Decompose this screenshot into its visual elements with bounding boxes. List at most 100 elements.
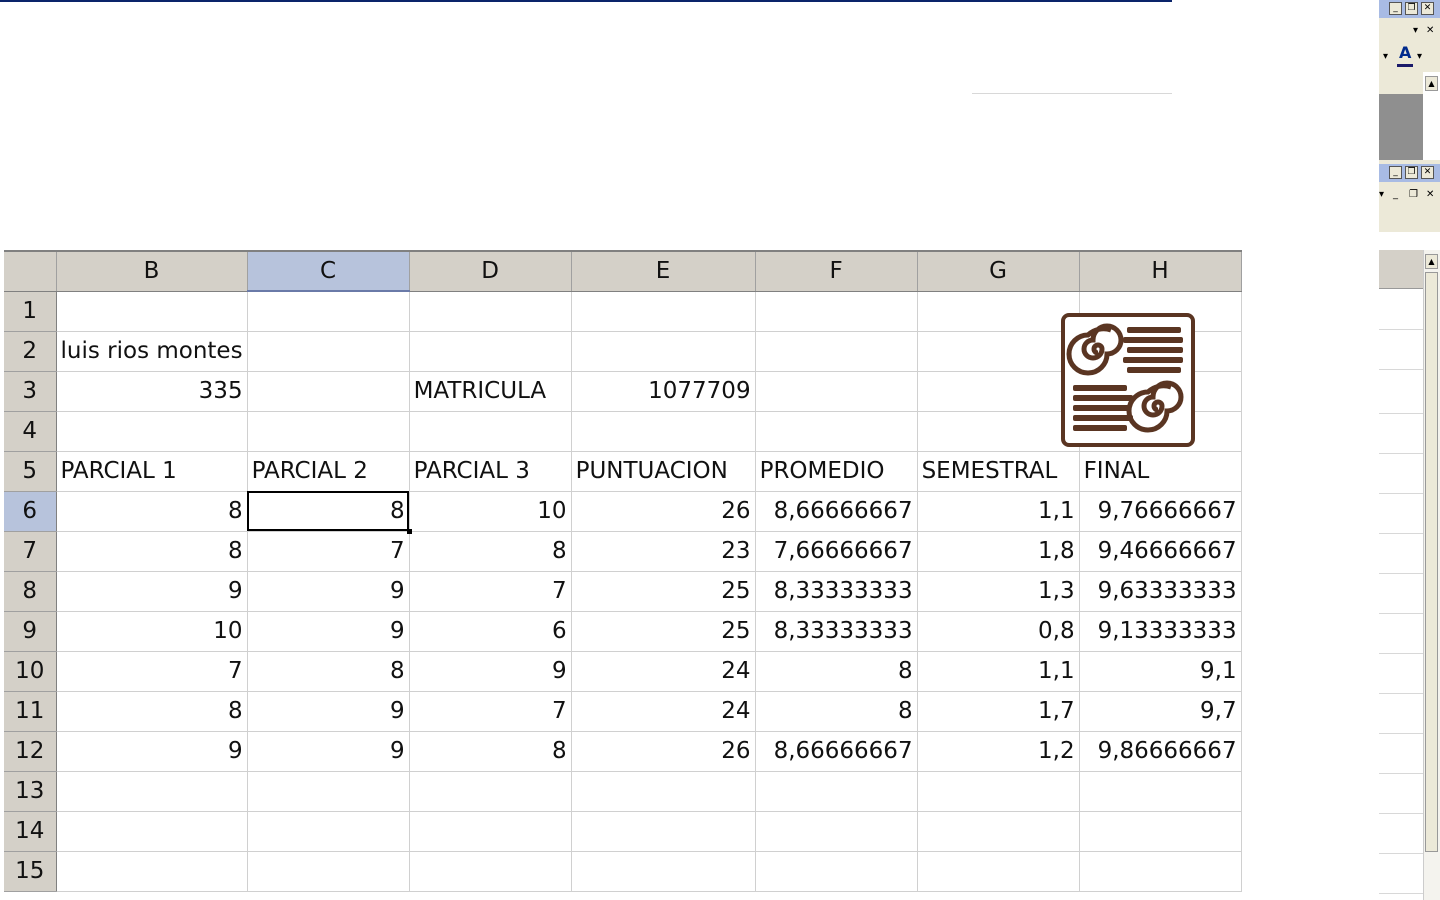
cell-e3[interactable]: 1077709 — [571, 371, 756, 412]
cell-f8[interactable]: 8,33333333 — [755, 571, 918, 612]
dropdown-arrow-icon[interactable]: ▾ — [1417, 52, 1422, 62]
cell-h14[interactable] — [1079, 811, 1242, 852]
column-header-g[interactable]: G — [917, 250, 1080, 292]
scroll-up-icon[interactable]: ▲ — [1425, 76, 1438, 91]
cell-f4[interactable] — [755, 411, 918, 452]
cell-h13[interactable] — [1079, 771, 1242, 812]
cell-d2[interactable] — [409, 331, 572, 372]
close-icon[interactable]: ✕ — [1421, 166, 1434, 179]
cell-d6[interactable]: 10 — [409, 491, 572, 532]
minimize-icon[interactable]: _ — [1393, 190, 1398, 200]
cell-d9[interactable]: 6 — [409, 611, 572, 652]
cell-f7[interactable]: 7,66666667 — [755, 531, 918, 572]
cell-f1[interactable] — [755, 291, 918, 332]
row-header-7[interactable]: 7 — [4, 531, 57, 572]
cell-g4[interactable] — [917, 411, 1080, 452]
cell-b14[interactable] — [56, 811, 248, 852]
restore-icon[interactable]: ❐ — [1409, 190, 1418, 200]
cell-d12[interactable]: 8 — [409, 731, 572, 772]
cell-e7[interactable]: 23 — [571, 531, 756, 572]
close-pane-icon[interactable]: ✕ — [1426, 26, 1434, 36]
row-header-2[interactable]: 2 — [4, 331, 57, 372]
scrollbar-thumb[interactable] — [1425, 272, 1438, 852]
cell-f2[interactable] — [755, 331, 918, 372]
cell-e8[interactable]: 25 — [571, 571, 756, 612]
fill-handle[interactable] — [406, 528, 412, 534]
cell-b4[interactable] — [56, 411, 248, 452]
cell-f3[interactable] — [755, 371, 918, 412]
cell-g7[interactable]: 1,8 — [917, 531, 1080, 572]
row-header-1[interactable]: 1 — [4, 291, 57, 332]
cell-f9[interactable]: 8,33333333 — [755, 611, 918, 652]
cell-f14[interactable] — [755, 811, 918, 852]
dropdown-arrow-icon[interactable]: ▾ — [1383, 52, 1388, 62]
cell-c13[interactable] — [247, 771, 410, 812]
cell-g5[interactable]: SEMESTRAL — [917, 451, 1080, 492]
cell-d14[interactable] — [409, 811, 572, 852]
cell-c1[interactable] — [247, 291, 410, 332]
cell-b3[interactable]: 335 — [56, 371, 248, 412]
cell-b5[interactable]: PARCIAL 1 — [56, 451, 248, 492]
cell-g1[interactable] — [917, 291, 1080, 332]
cell-b9[interactable]: 10 — [56, 611, 248, 652]
cell-g3[interactable] — [917, 371, 1080, 412]
cell-d13[interactable] — [409, 771, 572, 812]
cell-c6[interactable]: 8 — [247, 491, 412, 534]
cell-d11[interactable]: 7 — [409, 691, 572, 732]
cell-c12[interactable]: 9 — [247, 731, 410, 772]
row-header-10[interactable]: 10 — [4, 651, 57, 692]
cell-c8[interactable]: 9 — [247, 571, 410, 612]
row-header-3[interactable]: 3 — [4, 371, 57, 412]
cell-g11[interactable]: 1,7 — [917, 691, 1080, 732]
row-header-9[interactable]: 9 — [4, 611, 57, 652]
cell-b13[interactable] — [56, 771, 248, 812]
cell-c2[interactable] — [247, 331, 410, 372]
cell-g12[interactable]: 1,2 — [917, 731, 1080, 772]
cell-f12[interactable]: 8,66666667 — [755, 731, 918, 772]
row-header-8[interactable]: 8 — [4, 571, 57, 612]
cell-e9[interactable]: 25 — [571, 611, 756, 652]
column-header-f[interactable]: F — [755, 250, 918, 292]
cell-h12[interactable]: 9,86666667 — [1079, 731, 1242, 772]
cell-d4[interactable] — [409, 411, 572, 452]
row-header-6[interactable]: 6 — [4, 491, 57, 532]
mini-scrollbar[interactable]: ▲ — [1423, 72, 1440, 160]
dropdown-arrow-icon[interactable]: ▾ — [1413, 26, 1418, 36]
font-color-icon[interactable]: A — [1399, 45, 1411, 61]
cell-f13[interactable] — [755, 771, 918, 812]
cell-b15[interactable] — [56, 851, 248, 892]
cell-g8[interactable]: 1,3 — [917, 571, 1080, 612]
cell-d1[interactable] — [409, 291, 572, 332]
cell-c3[interactable] — [247, 371, 410, 412]
row-header-15[interactable]: 15 — [4, 851, 57, 892]
cell-d15[interactable] — [409, 851, 572, 892]
cell-h15[interactable] — [1079, 851, 1242, 892]
cell-b12[interactable]: 9 — [56, 731, 248, 772]
cell-c15[interactable] — [247, 851, 410, 892]
cell-h9[interactable]: 9,13333333 — [1079, 611, 1242, 652]
cell-f6[interactable]: 8,66666667 — [755, 491, 918, 532]
cell-h10[interactable]: 9,1 — [1079, 651, 1242, 692]
cell-h6[interactable]: 9,76666667 — [1079, 491, 1242, 532]
row-header-14[interactable]: 14 — [4, 811, 57, 852]
cell-e10[interactable]: 24 — [571, 651, 756, 692]
cell-e4[interactable] — [571, 411, 756, 452]
cell-b1[interactable] — [56, 291, 248, 332]
select-all-corner[interactable] — [4, 250, 57, 292]
minimize-icon[interactable]: _ — [1389, 2, 1402, 15]
cell-c4[interactable] — [247, 411, 410, 452]
close-icon[interactable]: ✕ — [1426, 190, 1434, 200]
cell-e15[interactable] — [571, 851, 756, 892]
cell-c7[interactable]: 7 — [247, 531, 410, 572]
cell-e13[interactable] — [571, 771, 756, 812]
column-header-c[interactable]: C — [247, 250, 410, 292]
row-header-11[interactable]: 11 — [4, 691, 57, 732]
restore-icon[interactable]: ❐ — [1405, 166, 1418, 179]
cell-b7[interactable]: 8 — [56, 531, 248, 572]
cell-h5[interactable]: FINAL — [1079, 451, 1242, 492]
cell-e12[interactable]: 26 — [571, 731, 756, 772]
cell-b10[interactable]: 7 — [56, 651, 248, 692]
cell-b2[interactable]: luis rios montes — [56, 331, 248, 372]
cell-b11[interactable]: 8 — [56, 691, 248, 732]
cell-f5[interactable]: PROMEDIO — [755, 451, 918, 492]
